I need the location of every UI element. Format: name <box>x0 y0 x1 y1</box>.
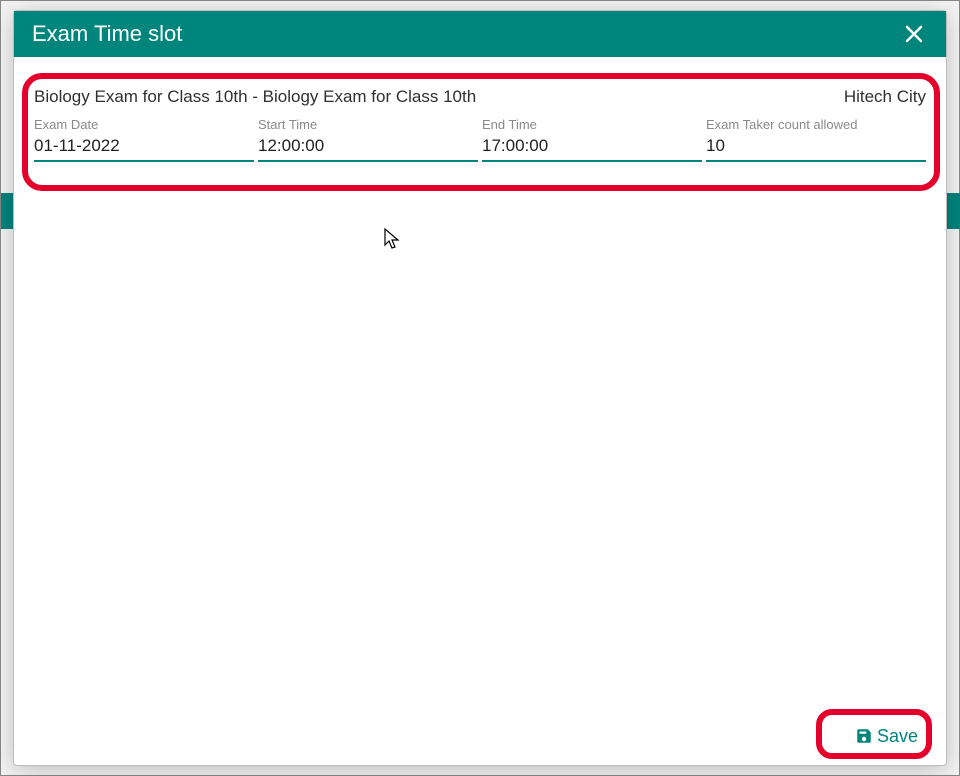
label-end-time: End Time <box>482 117 702 132</box>
field-start-time: Start Time <box>258 117 478 162</box>
modal-body: Biology Exam for Class 10th - Biology Ex… <box>14 57 946 707</box>
close-button[interactable] <box>900 20 928 48</box>
modal-header: Exam Time slot <box>14 11 946 57</box>
label-count: Exam Taker count allowed <box>706 117 926 132</box>
input-start-time[interactable] <box>258 134 478 162</box>
exam-info-row: Biology Exam for Class 10th - Biology Ex… <box>34 87 926 107</box>
input-count[interactable] <box>706 134 926 162</box>
save-button-label: Save <box>877 726 918 747</box>
save-button[interactable]: Save <box>855 726 918 747</box>
label-exam-date: Exam Date <box>34 117 254 132</box>
close-icon <box>904 24 924 44</box>
fields-row: Exam Date Start Time End Time Exam Taker… <box>34 117 926 162</box>
save-icon <box>855 727 873 745</box>
field-exam-date: Exam Date <box>34 117 254 162</box>
input-exam-date[interactable] <box>34 134 254 162</box>
exam-name: Biology Exam for Class 10th - Biology Ex… <box>34 87 476 107</box>
label-start-time: Start Time <box>258 117 478 132</box>
exam-timeslot-modal: Exam Time slot Biology Exam for Class 10… <box>13 10 947 766</box>
input-end-time[interactable] <box>482 134 702 162</box>
field-count: Exam Taker count allowed <box>706 117 926 162</box>
modal-title: Exam Time slot <box>32 11 182 57</box>
field-end-time: End Time <box>482 117 702 162</box>
exam-location: Hitech City <box>844 87 926 107</box>
modal-footer: Save <box>14 707 946 765</box>
